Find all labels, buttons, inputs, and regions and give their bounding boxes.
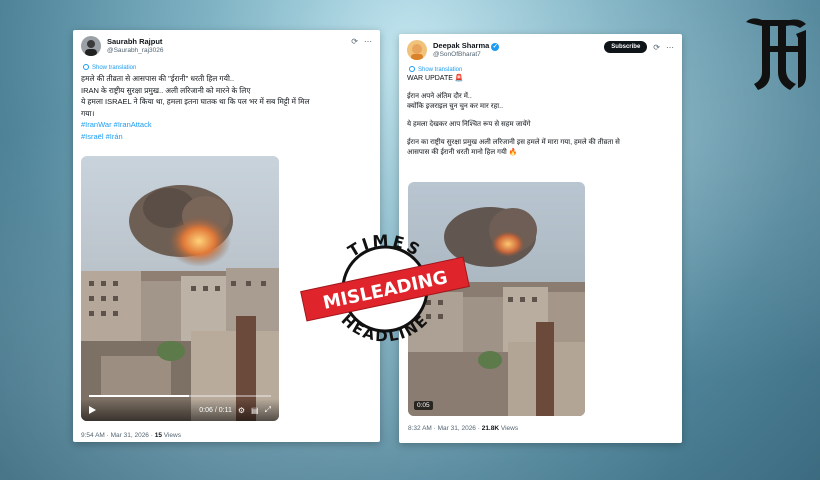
views-label: Views — [161, 432, 181, 439]
hashtags[interactable]: #Israël #Irán — [81, 131, 310, 143]
subscribe-button[interactable]: Subscribe — [604, 41, 648, 53]
post-line: गया। — [81, 108, 95, 118]
handle[interactable]: @SonOfBharat7 — [433, 51, 481, 58]
show-translation-link[interactable]: Show translation — [83, 64, 136, 71]
avatar[interactable] — [407, 40, 427, 60]
more-icon[interactable]: ⋯ — [666, 43, 674, 52]
post-text: हमले की तीव्रता से आसपास की "ईरानी" धरती… — [81, 73, 310, 142]
views-count: 15 — [154, 432, 162, 439]
post-line: ईरान अपने अंतिम दौर में.. — [407, 93, 472, 100]
views-label: Views — [499, 425, 519, 432]
explosion-video-frame — [81, 156, 279, 421]
avatar[interactable] — [81, 36, 101, 56]
post-line: ये हमला ISRAEL ने किया था, हमला इतना घात… — [81, 97, 310, 106]
more-icon[interactable]: ⋯ — [364, 37, 372, 46]
post-line: आसपास की ईरानी धरती मानो हिल गयी 🔥 — [407, 149, 518, 156]
publication-logo — [740, 14, 812, 94]
username[interactable]: Saurabh Rajput — [107, 37, 162, 46]
grok-icon[interactable]: ⟳ — [653, 43, 660, 52]
timestamp[interactable]: 9:54 AM · Mar 31, 2026 · — [81, 432, 155, 439]
post-line: हमले की तीव्रता से आसपास की "ईरानी" धरती… — [81, 74, 235, 83]
right-post-header: Deepak Sharma ✓ @SonOfBharat7 Subscribe ⟳… — [407, 40, 674, 64]
play-icon[interactable] — [89, 406, 96, 414]
left-post-header: Saurabh Rajput @Saurabh_raj3026 ⟳ ⋯ — [81, 36, 372, 60]
post-line: क्योंकि इजराइल चुन चुन कर मार रहा.. — [407, 103, 504, 110]
misleading-stamp: TIMES HEADLINE MISLEADING — [290, 222, 480, 352]
settings-icon[interactable]: ⚙ — [238, 406, 245, 415]
show-translation-link[interactable]: Show translation — [409, 66, 462, 73]
post-meta: 8:32 AM · Mar 31, 2026 · 21.8K Views — [408, 425, 518, 432]
video-controls: 0:06 / 0:11 ⚙ ▤ ⤢ — [81, 399, 279, 421]
verified-badge-icon: ✓ — [491, 43, 500, 51]
post-line: ईरान का राष्ट्रीय सुरक्षा प्रमुख अली लरि… — [407, 139, 620, 146]
post-text: WAR UPDATE 🚨 ईरान अपने अंतिम दौर में.. क… — [407, 74, 620, 158]
globe-icon — [409, 66, 415, 72]
views-count: 21.8K — [481, 425, 500, 432]
video-player[interactable]: 0:06 / 0:11 ⚙ ▤ ⤢ — [81, 156, 279, 421]
post-line: IRAN के राष्ट्रीय सुरक्षा प्रमुख.. अली ल… — [81, 85, 251, 95]
captions-icon[interactable]: ▤ — [251, 406, 259, 415]
globe-icon — [83, 64, 89, 70]
fullscreen-icon[interactable]: ⤢ — [265, 405, 271, 415]
timestamp[interactable]: 8:32 AM · Mar 31, 2026 · — [408, 425, 482, 432]
post-meta: 9:54 AM · Mar 31, 2026 · 15 Views — [81, 432, 181, 439]
hashtags[interactable]: #IranWar #IranAttack — [81, 119, 310, 131]
video-progress-bar[interactable] — [89, 395, 271, 397]
handle[interactable]: @Saurabh_raj3026 — [107, 47, 163, 54]
video-time: 0:06 / 0:11 — [199, 406, 232, 414]
grok-icon[interactable]: ⟳ — [351, 37, 358, 46]
username[interactable]: Deepak Sharma ✓ — [433, 41, 500, 51]
video-duration-badge: 0:05 — [414, 401, 433, 410]
post-line: ये हमला देखकर आप निश्चित रूप से सहम जाये… — [407, 121, 531, 128]
post-line: WAR UPDATE 🚨 — [407, 75, 464, 82]
